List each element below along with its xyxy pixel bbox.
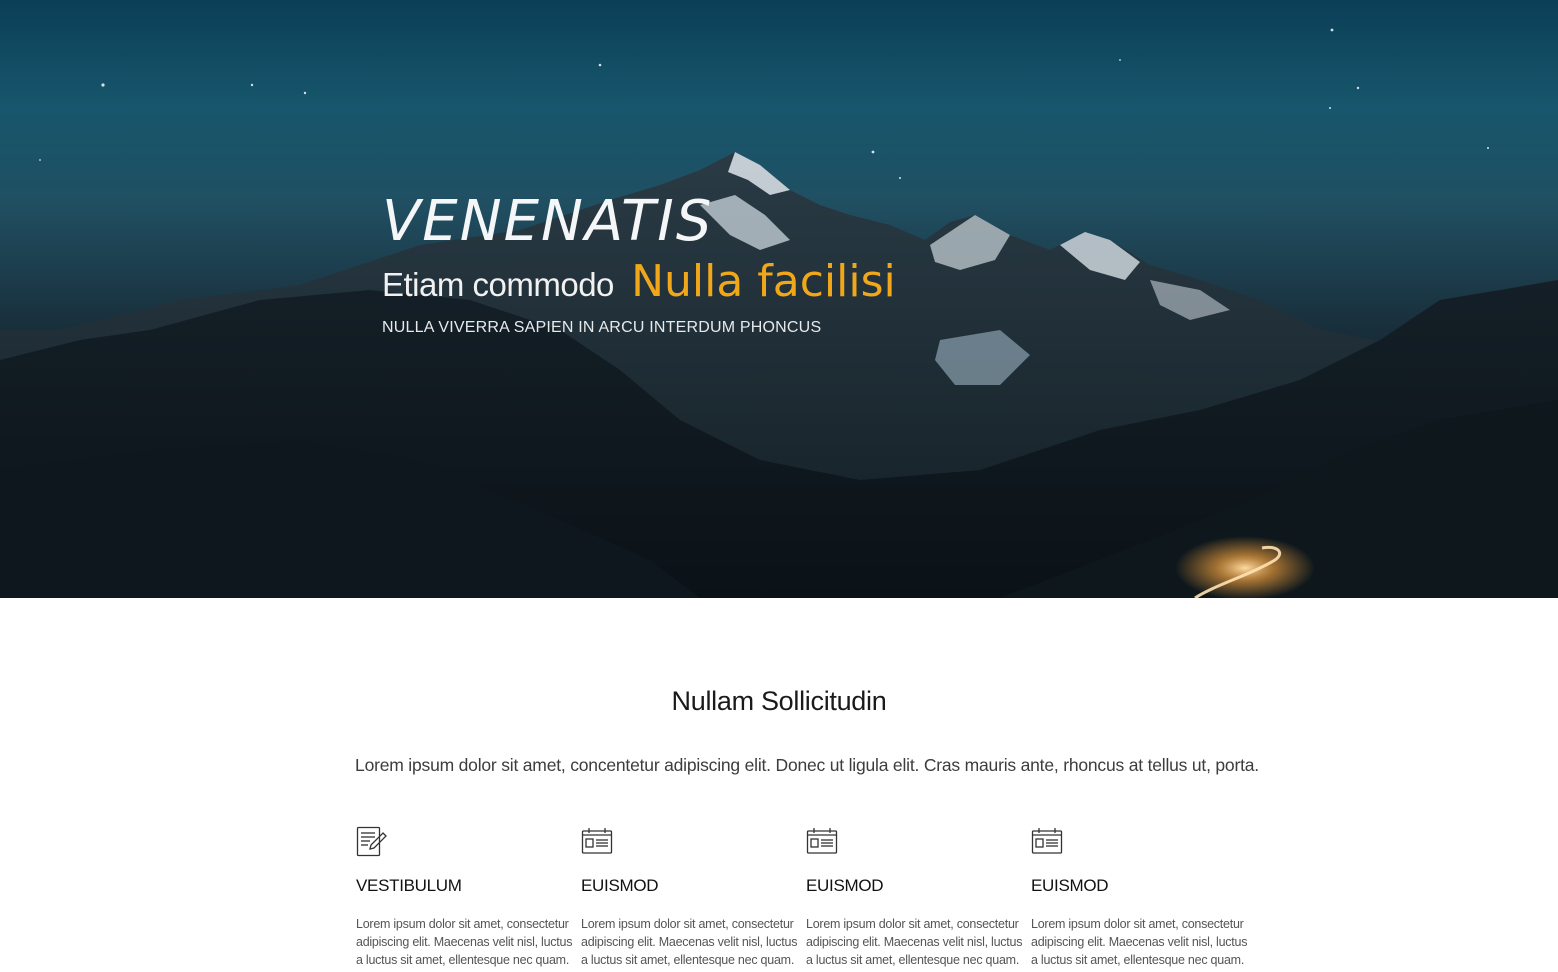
hero-title: VENENATIS [382,189,714,254]
hero-subtitle-plain: Etiam commodo [382,266,614,303]
feature-title: EUISMOD [1031,876,1109,895]
feature-text: Lorem ipsum dolor sit amet, consectetur … [1031,917,1248,967]
hero-text-block: VENENATIS Etiam commodo Nulla facilisi N… [382,190,896,337]
calendar-card-icon [581,826,613,858]
feature-title: EUISMOD [581,876,659,895]
feature-card: EUISMOD Lorem ipsum dolor sit amet, cons… [1031,826,1251,967]
features-grid: VESTIBULUM Lorem ipsum dolor sit amet, c… [356,826,1256,972]
feature-card: EUISMOD Lorem ipsum dolor sit amet, cons… [806,826,1026,967]
calendar-card-icon [1031,826,1063,858]
hero-subtitle: Etiam commodo Nulla facilisi [382,258,896,309]
feature-text: Lorem ipsum dolor sit amet, consectetur … [356,917,573,967]
feature-title: VESTIBULUM [356,876,462,895]
edit-document-icon [356,826,388,858]
feature-card: VESTIBULUM Lorem ipsum dolor sit amet, c… [356,826,576,967]
feature-card: EUISMOD Lorem ipsum dolor sit amet, cons… [581,826,801,967]
intro-text: Lorem ipsum dolor sit amet, concentetur … [355,755,1259,775]
feature-text: Lorem ipsum dolor sit amet, consectetur … [581,917,798,967]
hero-subtitle-accent: Nulla facilisi [631,256,896,307]
stars [39,28,1489,179]
feature-text: Lorem ipsum dolor sit amet, consectetur … [806,917,1023,967]
feature-title: EUISMOD [806,876,884,895]
calendar-card-icon [806,826,838,858]
hero-tagline: NULLA VIVERRA SAPIEN IN ARCU INTERDUM PH… [382,319,822,336]
intro-heading: Nullam Sollicitudin [671,686,887,716]
hero-banner: VENENATIS Etiam commodo Nulla facilisi N… [0,0,1558,598]
